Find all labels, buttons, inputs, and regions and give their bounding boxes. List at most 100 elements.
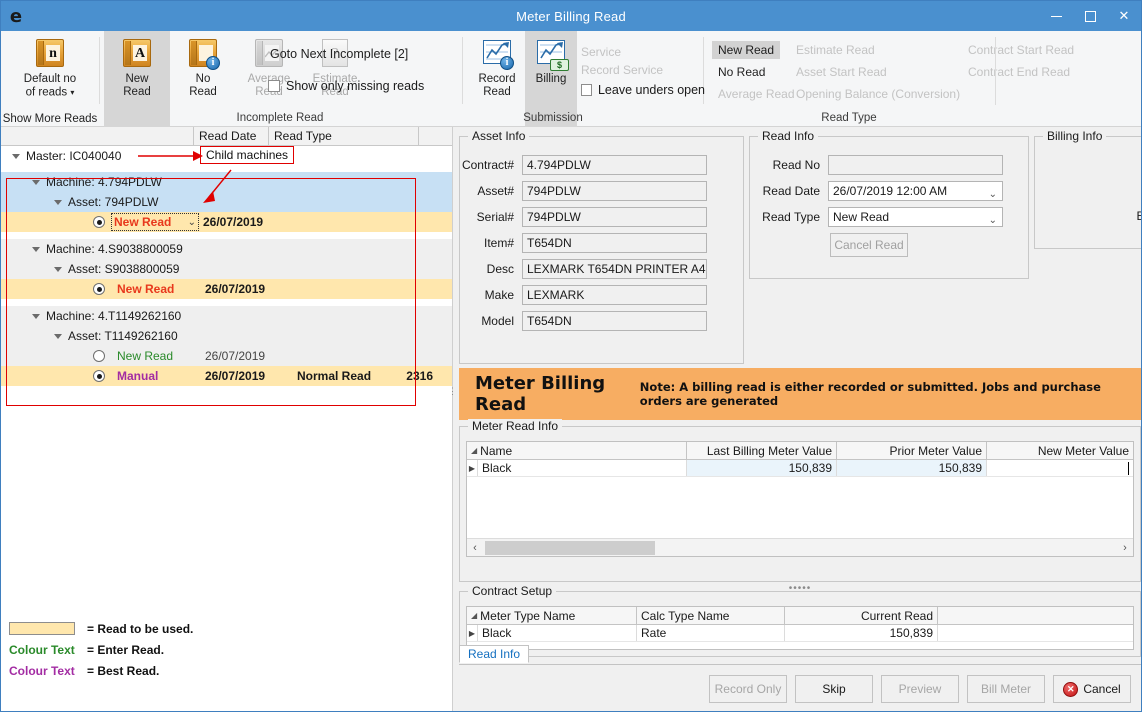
tree-row-asset[interactable]: Asset: S9038800059 — [1, 259, 452, 279]
scroll-right-icon[interactable]: › — [1117, 542, 1133, 554]
expander-icon[interactable] — [31, 244, 42, 255]
service-command[interactable]: Service — [575, 43, 705, 61]
read-radio[interactable] — [93, 283, 105, 295]
tree-row-read[interactable]: New Read ⌄ 26/07/2019 — [1, 212, 452, 232]
asset-contract-field: Contract# 4.794PDLW — [460, 155, 733, 175]
tree-row-machine[interactable]: Machine: 4.S9038800059 — [1, 239, 452, 259]
expander-icon[interactable] — [31, 177, 42, 188]
record-only-button[interactable]: Record Only — [709, 675, 787, 703]
read-type-contract-start-read[interactable]: Contract Start Read — [962, 41, 1082, 59]
show-only-missing-reads-checkbox[interactable]: Show only missing reads — [268, 79, 458, 93]
col-prior-meter-value[interactable]: Prior Meter Value — [837, 442, 987, 459]
read-tree-panel: Read Date Read Type Master: IC040040 Mac… — [1, 127, 453, 711]
skip-button[interactable]: Skip — [795, 675, 873, 703]
cell-name[interactable]: Black — [478, 460, 687, 476]
horizontal-scrollbar[interactable]: ‹ › — [467, 538, 1133, 556]
tree-row-read[interactable]: Manual 26/07/2019 Normal Read 2316 — [1, 366, 452, 386]
asset-number-input[interactable]: 794PDLW — [522, 181, 707, 201]
scroll-track[interactable] — [483, 540, 1117, 556]
col-current-read[interactable]: Current Read — [785, 607, 938, 624]
read-radio[interactable] — [93, 370, 105, 382]
col-calc-type-name[interactable]: Calc Type Name — [637, 607, 785, 624]
table-row[interactable]: ▶ Black 150,839 150,839 — [467, 460, 1133, 477]
expander-icon[interactable] — [53, 264, 64, 275]
asset-model-label: Model — [460, 314, 522, 328]
read-type-average-read[interactable]: Average Read — [712, 85, 801, 103]
cell-new-meter-value[interactable] — [987, 460, 1133, 476]
leave-unders-open-checkbox[interactable]: Leave unders open — [575, 83, 705, 97]
book-a-icon: A — [121, 37, 153, 69]
read-date-combo[interactable]: 26/07/2019 12:00 AM ⌄ — [828, 181, 1003, 201]
cell-current-read[interactable]: 150,839 — [785, 625, 938, 641]
chevron-down-icon[interactable]: ⌄ — [188, 217, 196, 228]
record-service-command[interactable]: Record Service — [575, 61, 705, 79]
read-type-asset-start-read[interactable]: Asset Start Read — [790, 63, 962, 81]
asset-serial-field: Serial# 794PDLW — [460, 207, 733, 227]
read-type-estimate-read[interactable]: Estimate Read — [790, 41, 962, 59]
minimize-icon[interactable] — [1039, 1, 1073, 31]
money-badge-icon: $ — [550, 59, 569, 71]
read-type-combo[interactable]: New Read ⌄ — [828, 207, 1003, 227]
col-meter-type-name[interactable]: ◢ Meter Type Name — [467, 607, 637, 624]
preview-button[interactable]: Preview — [881, 675, 959, 703]
read-no-input[interactable] — [828, 155, 1003, 175]
asset-desc-input[interactable]: LEXMARK T654DN PRINTER A4 — [522, 259, 707, 279]
read-type-editor[interactable]: New Read ⌄ — [111, 213, 199, 231]
no-read-label-2: Read — [189, 86, 217, 99]
goto-next-incomplete-link[interactable]: Goto Next Incomplete [2] — [268, 47, 458, 61]
tree-column-headers: Read Date Read Type — [1, 127, 452, 146]
asset-item-input[interactable]: T654DN — [522, 233, 707, 253]
expander-icon[interactable] — [31, 311, 42, 322]
tree-col-3[interactable] — [419, 127, 452, 145]
scroll-thumb[interactable] — [485, 541, 655, 555]
tree-col-0[interactable] — [1, 127, 194, 145]
asset-serial-input[interactable]: 794PDLW — [522, 207, 707, 227]
cell-calc-type[interactable]: Rate — [637, 625, 785, 641]
table-row[interactable]: ▶ Black Rate 150,839 — [467, 625, 1133, 642]
cell-meter-type[interactable]: Black — [478, 625, 637, 641]
read-type-new-read[interactable]: New Read — [712, 41, 780, 59]
read-date-value: 26/07/2019 — [203, 215, 295, 229]
cancel-read-button[interactable]: Cancel Read — [830, 233, 908, 257]
chevron-down-icon[interactable]: ▾ — [70, 88, 74, 97]
scroll-left-icon[interactable]: ‹ — [467, 542, 483, 554]
asset-contract-input[interactable]: 4.794PDLW — [522, 155, 707, 175]
tree-col-read-date[interactable]: Read Date — [194, 127, 269, 145]
bill-meter-button[interactable]: Bill Meter — [967, 675, 1045, 703]
maximize-icon[interactable] — [1073, 1, 1107, 31]
cell-last-billing[interactable]: 150,839 — [687, 460, 837, 476]
cell-prior[interactable]: 150,839 — [837, 460, 987, 476]
expander-icon[interactable] — [11, 151, 22, 162]
col-name[interactable]: ◢ Name — [467, 442, 687, 459]
tree-row-machine[interactable]: Machine: 4.T1149262160 — [1, 306, 452, 326]
asset-serial-label: Serial# — [460, 210, 522, 224]
read-radio[interactable] — [93, 350, 105, 362]
cancel-button[interactable]: ✕ Cancel — [1053, 675, 1131, 703]
asset-make-input[interactable]: LEXMARK — [522, 285, 707, 305]
incomplete-read-group-label: Incomplete Read — [130, 112, 430, 124]
col-new-meter-value[interactable]: New Meter Value — [987, 442, 1133, 459]
tree-col-read-type[interactable]: Read Type — [269, 127, 419, 145]
col-last-billing-meter-value[interactable]: Last Billing Meter Value — [687, 442, 837, 459]
asset-model-input[interactable]: T654DN — [522, 311, 707, 331]
tree-row-label: Asset: T1149262160 — [68, 329, 178, 343]
read-type-no-read[interactable]: No Read — [712, 63, 771, 81]
chevron-down-icon[interactable]: ⌄ — [989, 186, 997, 201]
chevron-down-icon[interactable]: ⌄ — [989, 212, 997, 227]
tree-row-read[interactable]: New Read 26/07/2019 — [1, 346, 452, 366]
book-glyph: n — [46, 45, 60, 61]
tree-row-machine[interactable]: Machine: 4.794PDLW — [1, 172, 452, 192]
asset-contract-label: Contract# — [460, 158, 522, 172]
tree-row-asset[interactable]: Asset: T1149262160 — [1, 326, 452, 346]
tree-row-read[interactable]: New Read 26/07/2019 — [1, 279, 452, 299]
close-icon[interactable]: ✕ — [1107, 1, 1141, 31]
read-date-value: 26/07/2019 12:00 AM — [833, 184, 947, 198]
read-type-contract-end-read[interactable]: Contract End Read — [962, 63, 1082, 81]
tree-row-asset[interactable]: Asset: 794PDLW — [1, 192, 452, 212]
read-type-opening-balance[interactable]: Opening Balance (Conversion) — [790, 85, 962, 103]
expander-icon[interactable] — [53, 197, 64, 208]
tab-read-info[interactable]: Read Info — [459, 645, 529, 663]
read-type-field: Read Type New Read ⌄ — [750, 207, 1018, 227]
read-radio[interactable] — [93, 216, 105, 228]
expander-icon[interactable] — [53, 331, 64, 342]
